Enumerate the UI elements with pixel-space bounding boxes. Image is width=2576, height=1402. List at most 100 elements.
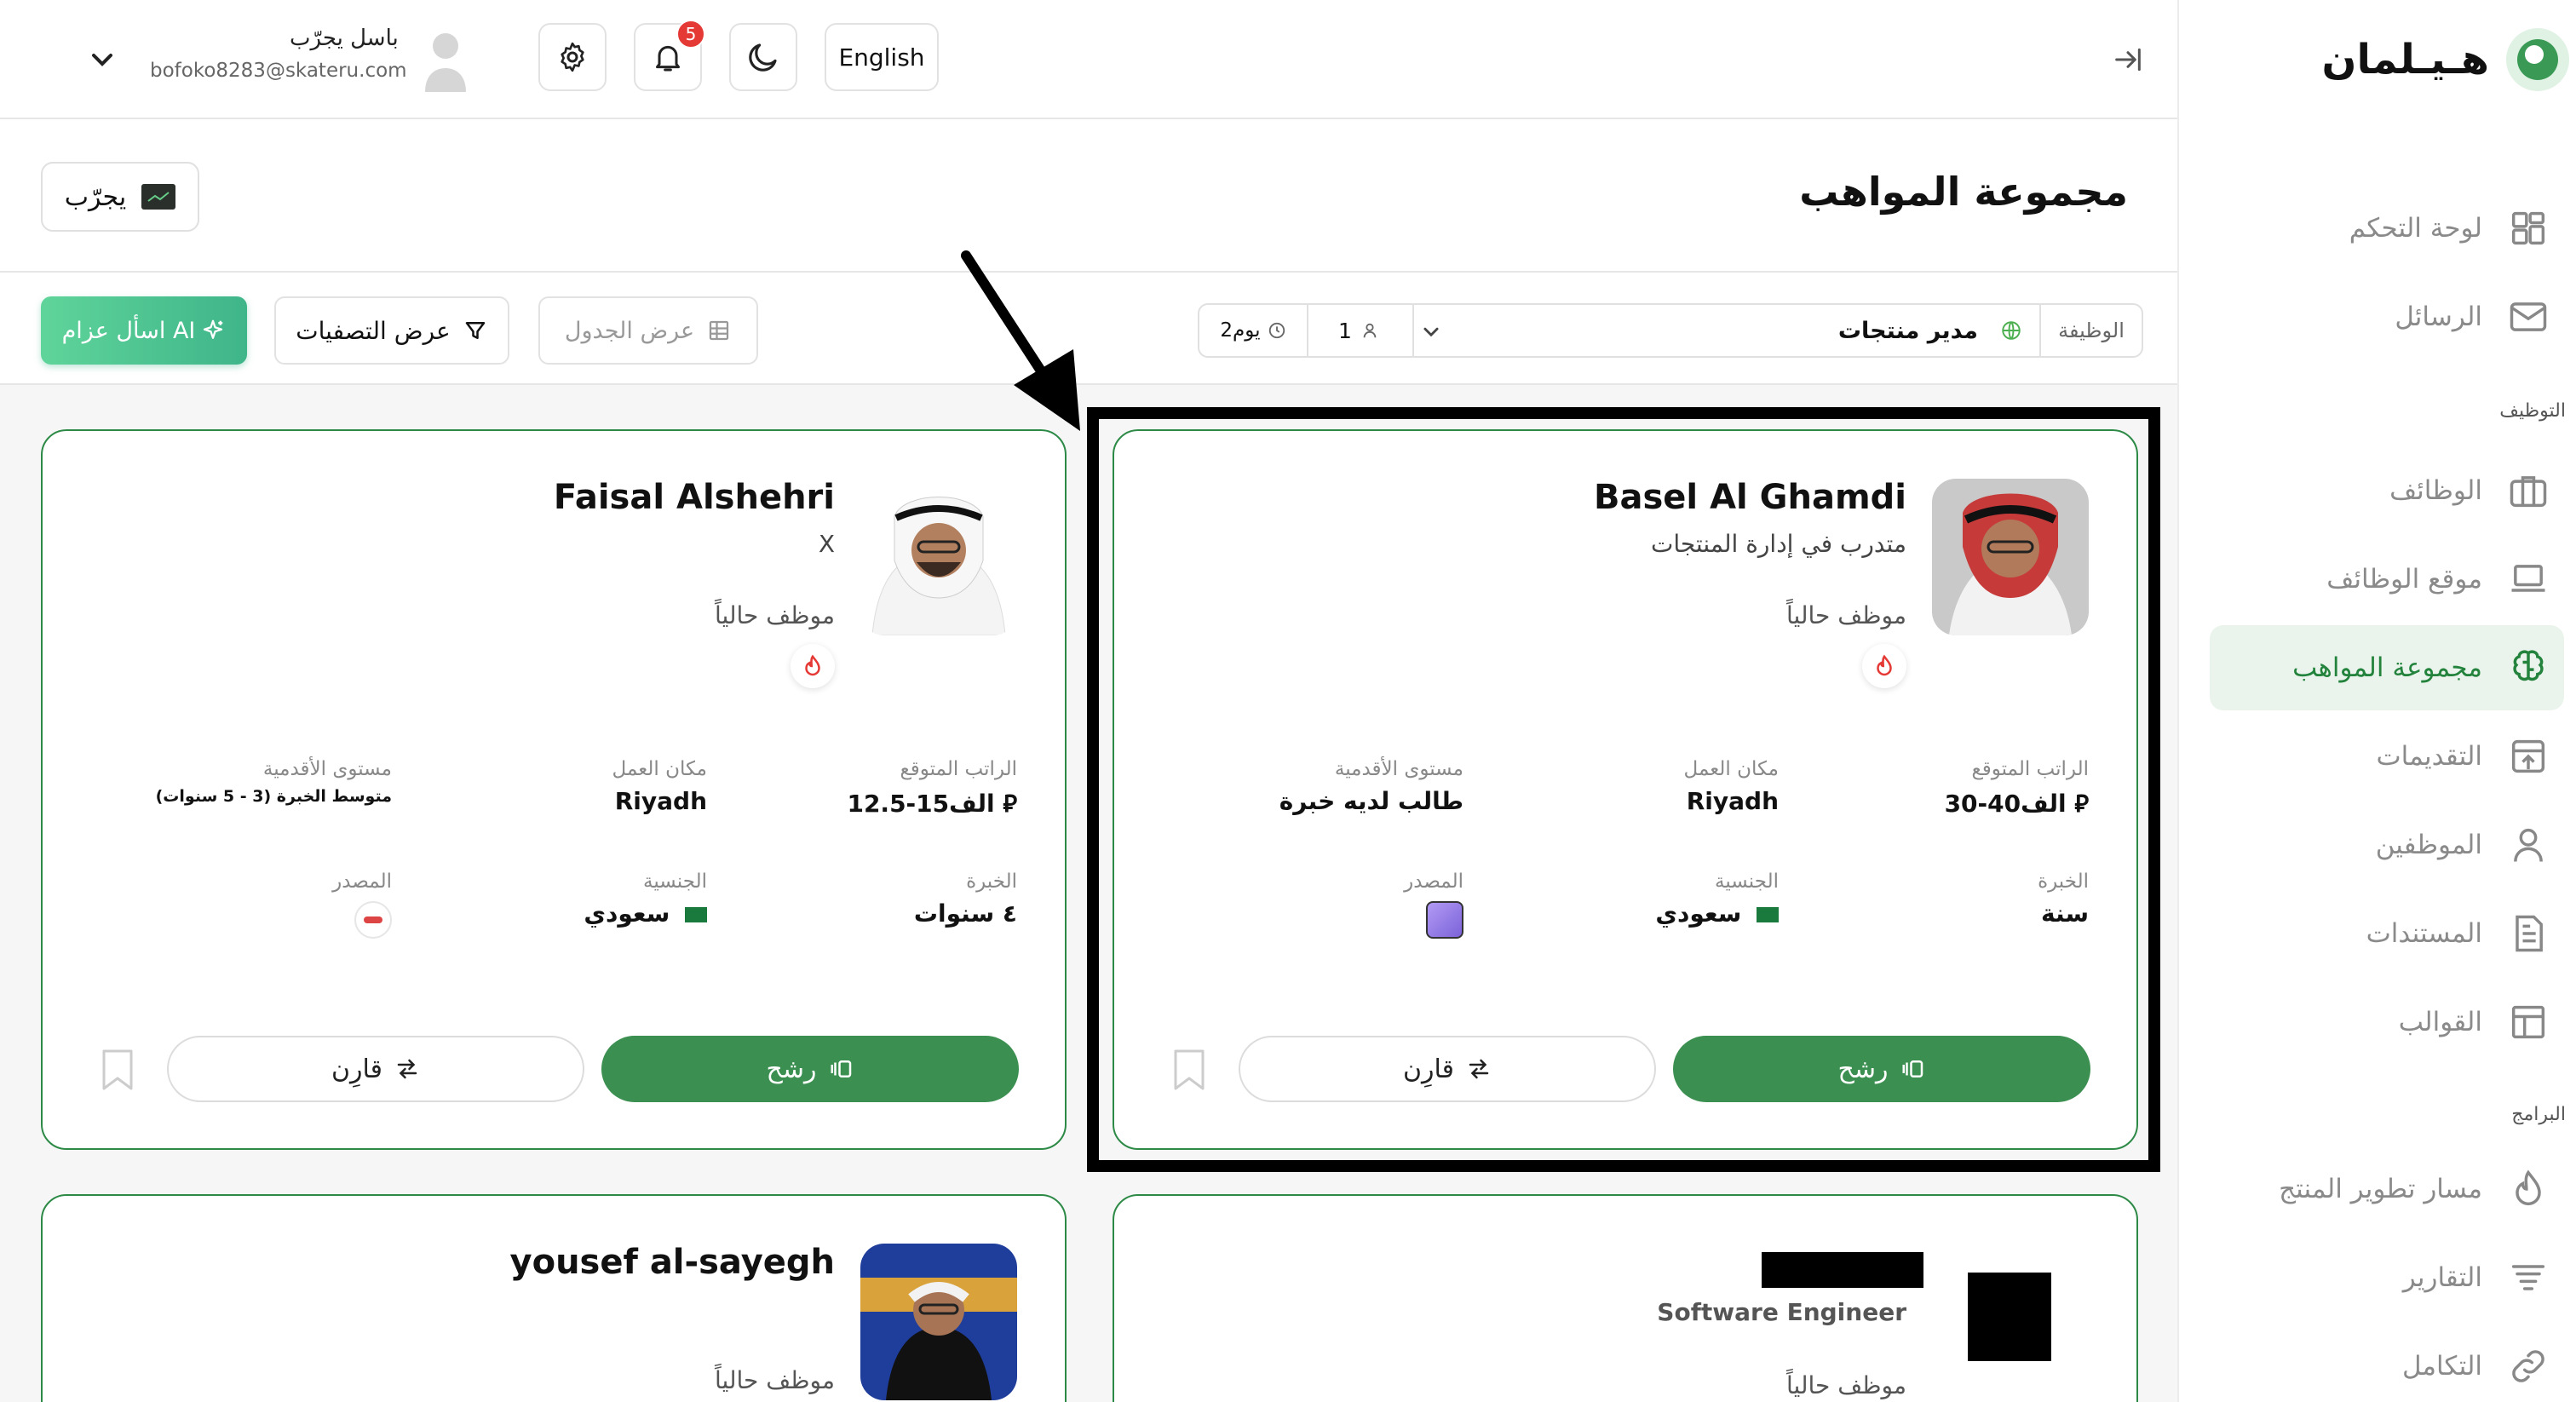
nominate-button[interactable]: رشح — [601, 1036, 1019, 1102]
sidebar-item-label: الرسائل — [2395, 302, 2482, 332]
salary-label: الراتب المتوقع — [1971, 758, 2089, 780]
sidebar-item-label: لوحة التحكم — [2349, 213, 2482, 244]
sidebar-item-integration[interactable]: التكامل — [2210, 1324, 2564, 1402]
location-field: مكان العمل Riyadh — [451, 758, 707, 815]
job-select-chevron-icon[interactable] — [1417, 317, 1446, 346]
bookmark-icon[interactable] — [101, 1048, 135, 1092]
sidebar-item-talent-pool[interactable]: مجموعة المواهب — [2210, 625, 2564, 710]
section-programs: البرامج — [2511, 1104, 2566, 1125]
avatar[interactable] — [421, 29, 470, 94]
saudi-flag-icon — [1757, 907, 1779, 922]
sidebar-item-label: مسار تطوير المنتج — [2279, 1174, 2482, 1204]
sidebar: هـيـلمان لوحة التحكم الرسائل التوظيف الو… — [2177, 0, 2576, 1402]
sidebar-item-messages[interactable]: الرسائل — [2210, 274, 2564, 359]
candidate-count: 1 — [1307, 305, 1409, 356]
sidebar-item-employees[interactable]: الموظفين — [2210, 802, 2564, 888]
location-field: مكان العمل Riyadh — [1523, 758, 1779, 815]
sidebar-item-dashboard[interactable]: لوحة التحكم — [2210, 186, 2564, 271]
candidate-card[interactable]: yousef al-sayegh موظف حالياً — [41, 1194, 1067, 1402]
experience-label: الخبرة — [2038, 871, 2089, 893]
sidebar-item-templates[interactable]: القوالب — [2210, 980, 2564, 1065]
saudi-flag-icon — [685, 907, 707, 922]
collapse-sidebar-icon[interactable] — [2111, 43, 2145, 77]
candidate-photo — [860, 1244, 1017, 1400]
experience-label: الخبرة — [966, 871, 1017, 893]
candidate-photo — [1932, 479, 2089, 635]
user-menu-chevron-icon[interactable] — [85, 43, 119, 77]
employment-status: موظف حالياً — [1786, 601, 1906, 629]
brand-logo[interactable]: هـيـلمان — [2315, 19, 2571, 101]
candidate-card[interactable]: Basel Al Ghamdi متدرب في إدارة المنتجات … — [1113, 429, 2138, 1150]
compare-arrows-icon — [1466, 1056, 1492, 1082]
app-page: bofoko8283@skateru.com باسل يجرّب 5 Engl… — [0, 0, 2576, 1402]
template-icon — [2506, 1000, 2550, 1044]
brain-icon — [2506, 646, 2550, 690]
location-label: مكان العمل — [1683, 758, 1779, 780]
candidate-name: yousef al-sayegh — [509, 1243, 835, 1282]
compare-button[interactable]: قارِن — [1239, 1036, 1656, 1102]
job-select[interactable]: مدير منتجات — [1412, 305, 2039, 356]
sidebar-item-jobs[interactable]: الوظائف — [2210, 448, 2564, 533]
nominate-icon — [1900, 1056, 1926, 1082]
sidebar-item-label: التقارير — [2402, 1262, 2482, 1293]
count-value: 1 — [1338, 318, 1352, 343]
top-header: bofoko8283@skateru.com باسل يجرّب 5 Engl… — [0, 0, 2177, 119]
sidebar-item-product-path[interactable]: مسار تطوير المنتج — [2210, 1146, 2564, 1232]
ask-ai-label: اسأل عزام AI — [61, 317, 196, 344]
notifications-button[interactable]: 5 — [634, 20, 705, 91]
nationality-value: سعودي — [1523, 899, 1779, 928]
candidate-card[interactable]: Faisal Alshehri X موظف حالياً الراتب الم… — [41, 429, 1067, 1150]
sidebar-item-reports[interactable]: التقارير — [2210, 1235, 2564, 1320]
source-logo-icon — [354, 901, 392, 939]
nominate-icon — [829, 1056, 854, 1082]
company-button[interactable]: يجرّب — [41, 162, 199, 232]
compare-button[interactable]: قارِن — [167, 1036, 584, 1102]
sidebar-item-label: التقديمات — [2376, 741, 2482, 772]
filters-button[interactable]: عرض التصفيات — [274, 296, 509, 365]
sidebar-item-label: الوظائف — [2389, 475, 2482, 506]
bookmark-icon[interactable] — [1172, 1048, 1206, 1092]
nationality-value: سعودي — [451, 899, 707, 928]
sidebar-item-documents[interactable]: المستندات — [2210, 891, 2564, 976]
table-icon — [706, 318, 732, 343]
sidebar-item-label: القوالب — [2398, 1007, 2482, 1037]
experience-value: ٤ سنوات — [913, 899, 1017, 928]
compare-label: قارِن — [331, 1054, 382, 1084]
location-label: مكان العمل — [612, 758, 707, 780]
section-hiring: التوظيف — [2499, 400, 2566, 422]
bell-icon — [651, 40, 685, 74]
hot-candidate-icon — [1862, 644, 1906, 688]
job-filter: الوظيفة مدير منتجات 1 2يوم — [1198, 303, 2143, 358]
flame-icon — [2506, 1167, 2550, 1211]
clock-icon — [1268, 321, 1286, 340]
talent-grid: Basel Al Ghamdi متدرب في إدارة المنتجات … — [0, 250, 2177, 1402]
ask-ai-button[interactable]: اسأل عزام AI — [41, 296, 247, 365]
employment-status: موظف حالياً — [715, 1366, 835, 1394]
document-icon — [2506, 911, 2550, 956]
table-view-button[interactable]: عرض الجدول — [538, 296, 758, 365]
salary-value: 30-40الف ⃁ — [1833, 787, 2089, 819]
seniority-value: متوسط الخبرة (3 - 5 سنوات) — [155, 787, 392, 806]
sidebar-item-label: المستندات — [2366, 918, 2482, 949]
nominate-button[interactable]: رشح — [1673, 1036, 2090, 1102]
settings-button[interactable] — [538, 23, 607, 91]
days-counter: 2يوم — [1199, 305, 1307, 356]
experience-field: الخبرة ٤ سنوات — [762, 871, 1017, 928]
filters-label: عرض التصفيات — [296, 316, 451, 345]
filter-funnel-icon — [463, 318, 488, 343]
sidebar-item-label: الموظفين — [2375, 830, 2482, 860]
candidate-title: Software Engineer — [1657, 1298, 1906, 1326]
globe-icon — [2000, 319, 2022, 342]
arrow-annotation-icon — [954, 242, 1090, 438]
sidebar-item-jobs-site[interactable]: موقع الوظائف — [2210, 537, 2564, 622]
language-button[interactable]: English — [825, 23, 939, 91]
seniority-value: طالب لديه خبرة — [1279, 787, 1463, 815]
candidate-title: متدرب في إدارة المنتجات — [1650, 530, 1906, 558]
sidebar-item-applications[interactable]: التقديمات — [2210, 714, 2564, 799]
theme-toggle-button[interactable] — [729, 23, 797, 91]
candidate-card[interactable]: Software Engineer موظف حالياً — [1113, 1194, 2138, 1402]
company-logo-icon — [141, 184, 176, 210]
source-field: المصدر — [1208, 871, 1463, 939]
experience-field: الخبرة سنة — [1833, 871, 2089, 928]
sparkle-icon — [200, 318, 226, 343]
